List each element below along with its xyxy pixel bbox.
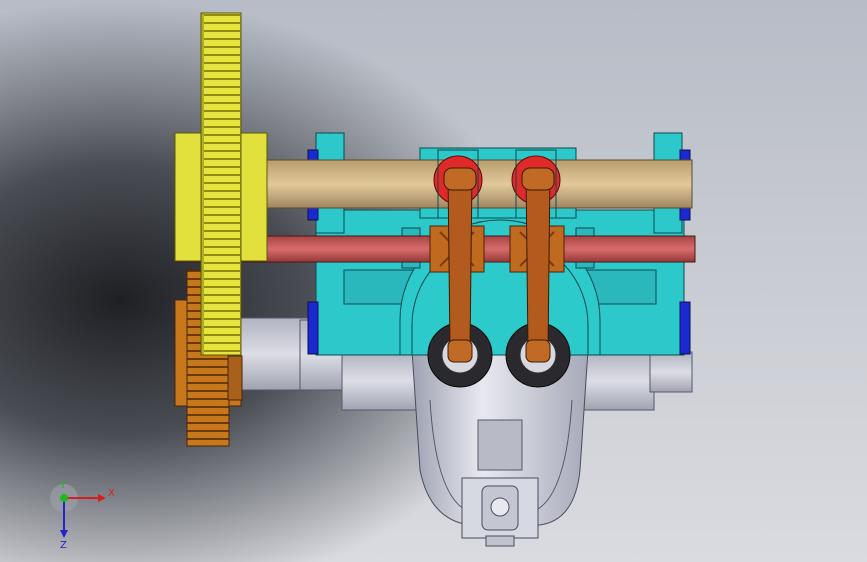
axis-triad: X Y Z bbox=[50, 480, 115, 550]
x-axis-label: X bbox=[108, 488, 115, 499]
x-arrow-head bbox=[98, 494, 106, 502]
z-arrow-head bbox=[60, 530, 68, 538]
mechanism-model[interactable] bbox=[0, 0, 867, 562]
y-axis-label: Y bbox=[59, 480, 67, 491]
cad-viewport[interactable]: X Y Z bbox=[0, 0, 867, 562]
y-axis-dot bbox=[60, 494, 68, 502]
z-axis-label: Z bbox=[60, 540, 67, 550]
